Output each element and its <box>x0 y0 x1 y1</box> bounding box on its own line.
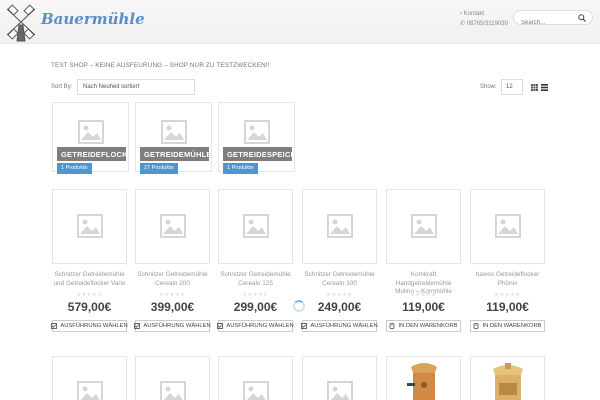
product-card: Schnitzer Getreidemühle Cerealo 100 ★★★★… <box>301 189 378 332</box>
image-placeholder-icon <box>160 381 186 400</box>
product-name[interactable]: Schnitzer Getreidemühle Cerealo 200 <box>135 271 210 288</box>
image-placeholder-icon <box>327 381 353 400</box>
grain-mill-image <box>407 363 437 400</box>
cart-icon <box>390 323 395 329</box>
checkbox-icon <box>134 323 141 329</box>
checkbox-icon <box>301 323 308 329</box>
button-label: AUSFÜHRUNG WÄHLEN <box>60 323 128 329</box>
product-image[interactable] <box>218 189 293 264</box>
site-header: Bauermühle › Kontakt ✆ 08765/3119030 <box>0 0 600 44</box>
product-card[interactable] <box>302 356 377 400</box>
button-label: IN DEN WARENKORB <box>482 323 542 329</box>
rating-stars: ★★★★★ <box>326 292 353 298</box>
test-shop-notice: TEST SHOP – KEINE AUSFEURUNG – SHOP NUR … <box>51 62 270 69</box>
image-placeholder-icon <box>327 214 353 238</box>
phone-number: 08765/3119030 <box>466 21 508 27</box>
sort-select[interactable]: Nach Neuheit sortiert <box>77 79 195 95</box>
cart-icon <box>474 323 479 329</box>
search-icon[interactable] <box>578 14 586 22</box>
category-count-badge: 1 Produkte <box>57 163 92 174</box>
top-links: › Kontakt ✆ 08765/3119030 <box>460 9 508 29</box>
category-card[interactable]: GETREIDESPEICHER 1 Produkte <box>218 102 295 174</box>
image-placeholder-icon <box>244 120 270 144</box>
per-page-select[interactable]: 12 <box>501 79 523 95</box>
product-image[interactable] <box>302 189 377 264</box>
category-count-badge: 27 Produkte <box>140 163 178 174</box>
product-image[interactable] <box>52 189 127 264</box>
list-view-icon[interactable] <box>541 84 548 91</box>
select-options-button[interactable]: AUSFÜHRUNG WÄHLEN <box>51 320 128 332</box>
image-placeholder-icon <box>243 381 269 400</box>
product-card[interactable] <box>470 356 545 400</box>
product-price: 579,00€ <box>67 300 112 314</box>
product-price: 399,00€ <box>150 300 195 314</box>
category-name: GETREIDEMÜHLEN <box>140 147 209 161</box>
rating-stars: ★★★★★ <box>76 292 103 298</box>
image-placeholder-icon <box>243 214 269 238</box>
select-options-button[interactable]: AUSFÜHRUNG WÄHLEN <box>134 320 211 332</box>
product-card[interactable] <box>52 356 127 400</box>
phone-line: ✆ 08765/3119030 <box>460 21 508 27</box>
product-name[interactable]: Schnitzer Getreidemühle Cerealo 125 <box>218 271 293 288</box>
product-name[interactable]: Schnitzer Getreidemühle und Getreidefloc… <box>52 271 127 288</box>
image-placeholder-icon <box>160 214 186 238</box>
product-name[interactable]: Schnitzer Getreidemühle Cerealo 100 <box>302 271 377 288</box>
image-placeholder-icon <box>411 214 437 238</box>
sort-label: Sort By: <box>51 84 73 90</box>
rating-stars: ★★★★★ <box>159 292 186 298</box>
product-image[interactable] <box>135 189 210 264</box>
image-placeholder-icon <box>161 120 187 144</box>
button-label: IN DEN WARENKORB <box>398 323 458 329</box>
category-count-badge: 1 Produkte <box>223 163 258 174</box>
product-image[interactable] <box>386 189 461 264</box>
checkbox-icon <box>51 323 58 329</box>
rating-stars: ★★★★★ <box>242 292 269 298</box>
grain-flaker-image <box>493 363 523 400</box>
product-name[interactable]: Komkraft Handgetreidemühle Mulino – Korn… <box>386 271 461 295</box>
product-price: 119,00€ <box>402 300 445 314</box>
category-name: GETREIDEFLOCKER <box>57 147 126 161</box>
show-label: Show: <box>480 84 497 90</box>
checkbox-icon <box>217 323 224 329</box>
product-card: Schnitzer Getreidemühle Cerealo 200 ★★★★… <box>134 189 211 332</box>
select-options-button[interactable]: AUSFÜHRUNG WÄHLEN <box>301 320 378 332</box>
product-card[interactable] <box>218 356 293 400</box>
search-box <box>513 10 593 30</box>
product-card[interactable] <box>135 356 210 400</box>
product-card: Komkraft Handgetreidemühle Mulino – Korn… <box>386 189 461 332</box>
button-label: AUSFÜHRUNG WÄHLEN <box>143 323 211 329</box>
product-price: 299,00€ <box>233 300 278 314</box>
contact-label: Kontakt <box>463 11 485 17</box>
image-placeholder-icon <box>77 214 103 238</box>
product-card: Schnitzer Getreidemühle und Getreidefloc… <box>51 189 128 332</box>
image-placeholder-icon <box>495 214 521 238</box>
grid-view-icon[interactable] <box>531 84 538 91</box>
add-to-cart-button[interactable]: IN DEN WARENKORB <box>386 320 461 332</box>
select-options-button[interactable]: AUSFÜHRUNG WÄHLEN <box>217 320 294 332</box>
product-price: 119,00€ <box>486 300 529 314</box>
product-name[interactable]: hawos Getreideflocker Phönix <box>470 271 545 288</box>
image-placeholder-icon <box>78 120 104 144</box>
loading-spinner <box>293 300 305 312</box>
category-card[interactable]: GETREIDEFLOCKER 1 Produkte <box>52 102 129 174</box>
product-image[interactable] <box>470 189 545 264</box>
button-label: AUSFÜHRUNG WÄHLEN <box>226 323 294 329</box>
product-price: 249,00€ <box>317 300 362 314</box>
logo-text: Bauermühle <box>41 10 145 28</box>
button-label: AUSFÜHRUNG WÄHLEN <box>310 323 378 329</box>
category-card[interactable]: GETREIDEMÜHLEN 27 Produkte <box>135 102 212 174</box>
product-card: hawos Getreideflocker Phönix ★★★★★ 119,0… <box>470 189 545 332</box>
product-card: Schnitzer Getreidemühle Cerealo 125 ★★★★… <box>217 189 294 332</box>
logo[interactable]: Bauermühle <box>3 3 145 43</box>
contact-link[interactable]: › Kontakt <box>460 9 508 19</box>
search-input[interactable] <box>514 16 576 30</box>
image-placeholder-icon <box>77 381 103 400</box>
category-name: GETREIDESPEICHER <box>223 147 292 161</box>
rating-stars: ★★★★★ <box>494 292 521 298</box>
windmill-icon <box>6 4 36 42</box>
product-card[interactable] <box>386 356 461 400</box>
add-to-cart-button[interactable]: IN DEN WARENKORB <box>470 320 545 332</box>
